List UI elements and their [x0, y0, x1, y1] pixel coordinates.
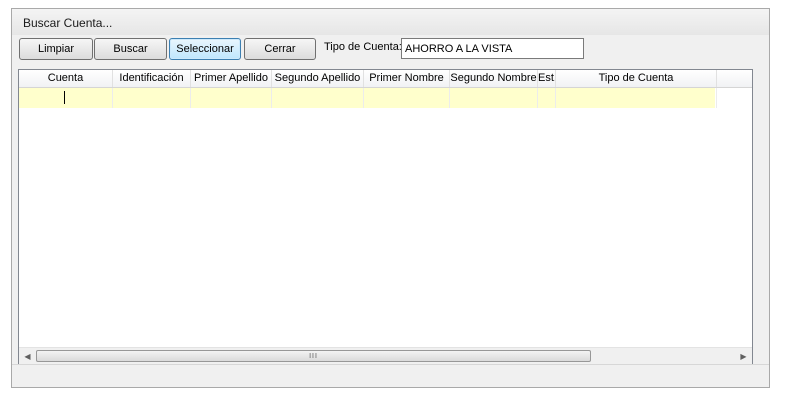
horizontal-scrollbar[interactable]: ◀ III ▶ — [19, 347, 752, 365]
limpiar-button[interactable]: Limpiar — [19, 38, 93, 60]
grip-icon: III — [309, 353, 318, 360]
cell-segundo-nombre[interactable] — [450, 88, 538, 108]
column-header-cuenta[interactable]: Cuenta — [19, 70, 113, 87]
column-header-segundo-nombre[interactable]: Segundo Nombre — [450, 70, 538, 87]
scroll-right-arrow-icon[interactable]: ▶ — [735, 348, 752, 365]
cell-cuenta[interactable] — [19, 88, 113, 108]
seleccionar-button[interactable]: Seleccionar — [169, 38, 241, 60]
cell-primer-nombre[interactable] — [364, 88, 450, 108]
cell-tipo-cuenta[interactable] — [556, 88, 717, 108]
column-header-segundo-apellido[interactable]: Segundo Apellido — [272, 70, 364, 87]
table-row[interactable] — [19, 88, 717, 108]
column-header-tipo-cuenta[interactable]: Tipo de Cuenta — [556, 70, 717, 87]
scroll-thumb[interactable]: III — [36, 350, 591, 362]
cerrar-button[interactable]: Cerrar — [244, 38, 316, 60]
column-header-primer-apellido[interactable]: Primer Apellido — [191, 70, 272, 87]
cell-primer-apellido[interactable] — [191, 88, 272, 108]
column-header-primer-nombre[interactable]: Primer Nombre — [364, 70, 450, 87]
window-title: Buscar Cuenta... — [23, 16, 113, 30]
cell-estado[interactable] — [538, 88, 556, 108]
column-header-estado[interactable]: Est. — [538, 70, 556, 87]
cell-identificacion[interactable] — [113, 88, 191, 108]
column-header-identificacion[interactable]: Identificación — [113, 70, 191, 87]
text-caret — [64, 91, 65, 104]
scroll-left-arrow-icon[interactable]: ◀ — [19, 348, 36, 365]
account-type-label: Tipo de Cuenta: — [324, 41, 402, 53]
grid-header: Cuenta Identificación Primer Apellido Se… — [19, 70, 752, 88]
accounts-grid[interactable]: Cuenta Identificación Primer Apellido Se… — [18, 69, 753, 366]
search-account-window: Buscar Cuenta... Limpiar Buscar Seleccio… — [11, 8, 770, 388]
cell-segundo-apellido[interactable] — [272, 88, 364, 108]
status-bar — [12, 364, 769, 387]
buscar-button[interactable]: Buscar — [94, 38, 167, 60]
account-type-field[interactable] — [401, 38, 584, 59]
title-bar: Buscar Cuenta... — [12, 9, 769, 35]
